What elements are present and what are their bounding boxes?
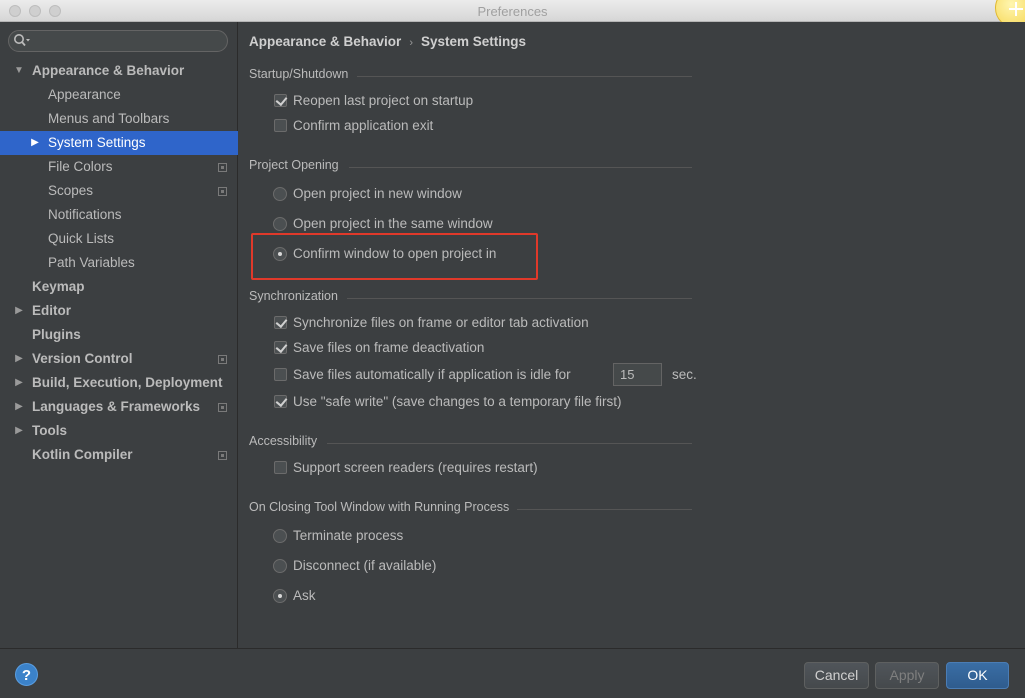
chevron-right-icon[interactable]: ▶ bbox=[13, 347, 25, 371]
open-same-window-label[interactable]: Open project in the same window bbox=[293, 213, 493, 235]
breadcrumb: Appearance & Behavior › System Settings bbox=[249, 34, 526, 49]
help-icon[interactable]: ? bbox=[15, 663, 38, 686]
sidebar-item-editor[interactable]: ▶ Editor bbox=[0, 299, 238, 323]
sidebar-item-notifications[interactable]: Notifications bbox=[0, 203, 238, 227]
disconnect-radio[interactable] bbox=[273, 559, 287, 573]
sidebar-item-tools[interactable]: ▶ Tools bbox=[0, 419, 238, 443]
chevron-right-icon[interactable]: ▶ bbox=[29, 131, 41, 155]
dialog-footer: ? Cancel Apply OK bbox=[0, 648, 1025, 698]
ok-button[interactable]: OK bbox=[946, 662, 1009, 689]
project-scope-icon bbox=[218, 187, 227, 196]
sidebar-item-label: Kotlin Compiler bbox=[32, 447, 133, 462]
sidebar-item-label: Appearance bbox=[48, 87, 121, 102]
sidebar-item-label: Keymap bbox=[32, 279, 85, 294]
open-new-window-label[interactable]: Open project in new window bbox=[293, 183, 462, 205]
seconds-unit-label: sec. bbox=[672, 367, 697, 382]
ask-radio[interactable] bbox=[273, 589, 287, 603]
disconnect-label[interactable]: Disconnect (if available) bbox=[293, 555, 436, 577]
group-divider bbox=[347, 298, 692, 299]
title-bar: Preferences bbox=[0, 0, 1025, 28]
group-title-accessibility: Accessibility bbox=[249, 434, 318, 448]
save-on-deactivation-checkbox[interactable] bbox=[274, 341, 287, 354]
sidebar-item-label: Notifications bbox=[48, 207, 122, 222]
safe-write-checkbox[interactable] bbox=[274, 395, 287, 408]
sync-files-label[interactable]: Synchronize files on frame or editor tab… bbox=[293, 312, 589, 334]
sidebar-item-label: Quick Lists bbox=[48, 231, 115, 246]
ask-label[interactable]: Ask bbox=[293, 585, 316, 607]
settings-panel: Appearance & Behavior › System Settings St… bbox=[239, 22, 1025, 648]
chevron-right-icon[interactable]: ▶ bbox=[13, 419, 25, 443]
chevron-down-icon[interactable]: ▼ bbox=[13, 59, 25, 83]
sidebar-item-path-variables[interactable]: Path Variables bbox=[0, 251, 238, 275]
project-scope-icon bbox=[218, 163, 227, 172]
sidebar-item-menus-toolbars[interactable]: Menus and Toolbars bbox=[0, 107, 238, 131]
search-icon[interactable] bbox=[13, 33, 31, 49]
idle-seconds-input[interactable] bbox=[613, 363, 662, 386]
sidebar-item-appearance-behavior[interactable]: ▼ Appearance & Behavior bbox=[0, 59, 238, 83]
chevron-right-icon[interactable]: ▶ bbox=[13, 371, 25, 395]
group-divider bbox=[327, 443, 692, 444]
screen-readers-checkbox[interactable] bbox=[274, 461, 287, 474]
sidebar-item-system-settings[interactable]: ▶ System Settings bbox=[0, 131, 238, 155]
open-new-window-radio[interactable] bbox=[273, 187, 287, 201]
group-divider bbox=[349, 167, 692, 168]
sidebar-item-keymap[interactable]: Keymap bbox=[0, 275, 238, 299]
save-on-deactivation-label[interactable]: Save files on frame deactivation bbox=[293, 337, 484, 359]
open-same-window-radio[interactable] bbox=[273, 217, 287, 231]
search-input[interactable] bbox=[35, 32, 223, 50]
project-scope-icon bbox=[218, 355, 227, 364]
sidebar-item-file-colors[interactable]: File Colors bbox=[0, 155, 238, 179]
sidebar-item-label: Build, Execution, Deployment bbox=[32, 375, 223, 390]
chevron-right-icon[interactable]: ▶ bbox=[13, 299, 25, 323]
project-scope-icon bbox=[218, 403, 227, 412]
sidebar-item-label: Plugins bbox=[32, 327, 81, 342]
cancel-button[interactable]: Cancel bbox=[804, 662, 869, 689]
highlight-annotation bbox=[251, 233, 538, 280]
screen-readers-label[interactable]: Support screen readers (requires restart… bbox=[293, 457, 538, 479]
sidebar-item-kotlin-compiler[interactable]: Kotlin Compiler bbox=[0, 443, 238, 467]
sidebar-item-label: Menus and Toolbars bbox=[48, 111, 170, 126]
sidebar-item-label: Editor bbox=[32, 303, 71, 318]
sidebar-item-languages-frameworks[interactable]: ▶ Languages & Frameworks bbox=[0, 395, 238, 419]
sidebar-item-label: Languages & Frameworks bbox=[32, 399, 201, 414]
chevron-right-icon[interactable]: ▶ bbox=[13, 395, 25, 419]
reopen-last-project-checkbox[interactable] bbox=[274, 94, 287, 107]
settings-sidebar: ▼ Appearance & Behavior Appearance Menus… bbox=[0, 22, 238, 648]
sync-files-checkbox[interactable] bbox=[274, 316, 287, 329]
sidebar-item-appearance[interactable]: Appearance bbox=[0, 83, 238, 107]
save-when-idle-checkbox[interactable] bbox=[274, 368, 287, 381]
sidebar-item-label: Scopes bbox=[48, 183, 94, 198]
safe-write-label[interactable]: Use "safe write" (save changes to a temp… bbox=[293, 391, 621, 413]
save-when-idle-label[interactable]: Save files automatically if application … bbox=[293, 364, 571, 386]
breadcrumb-parent[interactable]: Appearance & Behavior bbox=[249, 34, 401, 49]
reopen-last-project-label[interactable]: Reopen last project on startup bbox=[293, 90, 473, 112]
breadcrumb-separator: › bbox=[409, 37, 413, 49]
sidebar-item-label: System Settings bbox=[48, 135, 146, 150]
window-title: Preferences bbox=[477, 4, 548, 19]
sidebar-item-build-execution-deployment[interactable]: ▶ Build, Execution, Deployment bbox=[0, 371, 238, 395]
confirm-exit-checkbox[interactable] bbox=[274, 119, 287, 132]
sidebar-item-label: Appearance & Behavior bbox=[32, 63, 185, 78]
sidebar-item-scopes[interactable]: Scopes bbox=[0, 179, 238, 203]
breadcrumb-current: System Settings bbox=[420, 34, 527, 49]
sidebar-item-plugins[interactable]: Plugins bbox=[0, 323, 238, 347]
search-box[interactable] bbox=[8, 30, 228, 52]
apply-button[interactable]: Apply bbox=[875, 662, 939, 689]
confirm-exit-label[interactable]: Confirm application exit bbox=[293, 115, 433, 137]
group-divider bbox=[357, 76, 692, 77]
group-title-closing-tool-window: On Closing Tool Window with Running Proc… bbox=[249, 500, 510, 514]
group-title-synchronization: Synchronization bbox=[249, 289, 338, 303]
project-scope-icon bbox=[218, 451, 227, 460]
sidebar-item-label: File Colors bbox=[48, 159, 113, 174]
sidebar-item-label: Version Control bbox=[32, 351, 133, 366]
sidebar-item-quick-lists[interactable]: Quick Lists bbox=[0, 227, 238, 251]
terminate-process-label[interactable]: Terminate process bbox=[293, 525, 403, 547]
group-title-project-opening: Project Opening bbox=[249, 158, 339, 172]
sidebar-item-version-control[interactable]: ▶ Version Control bbox=[0, 347, 238, 371]
sidebar-item-label: Path Variables bbox=[48, 255, 135, 270]
sidebar-item-label: Tools bbox=[32, 423, 67, 438]
terminate-process-radio[interactable] bbox=[273, 529, 287, 543]
group-divider bbox=[517, 509, 692, 510]
group-title-startup: Startup/Shutdown bbox=[249, 67, 349, 81]
